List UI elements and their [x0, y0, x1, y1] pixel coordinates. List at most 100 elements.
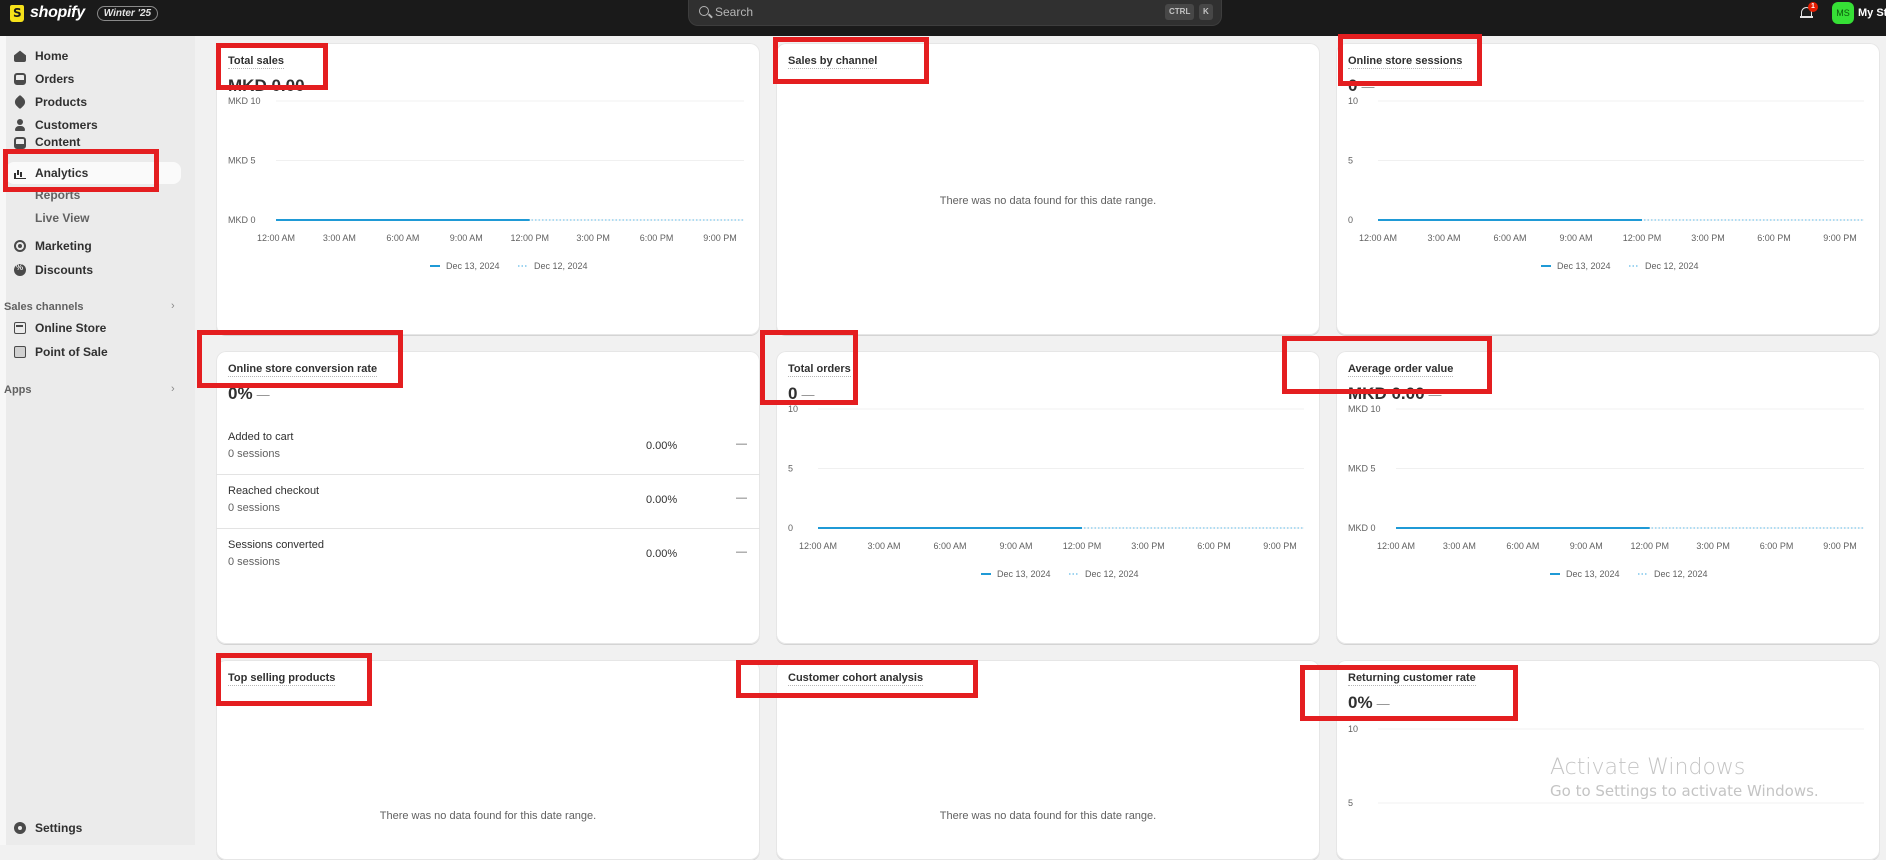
y-tick-label: MKD 0 — [228, 215, 256, 225]
x-tick-label: 9:00 PM — [703, 233, 737, 243]
funnel-step-percent: 0.00% — [646, 494, 678, 506]
line-chart: 0 5 10 12:00 AM 3:00 AM 6:00 AM 9:00 AM 12:00 P… — [1348, 96, 1864, 271]
sales-channels-heading[interactable]: Sales channels — [4, 301, 84, 313]
discount-icon — [14, 263, 26, 276]
metric-number: 0% — [228, 384, 253, 403]
card-title[interactable]: Online store conversion rate — [228, 363, 378, 377]
funnel-step-change: — — [736, 438, 747, 450]
funnel-step-sessions: 0 sessions — [228, 556, 280, 568]
sidebar-item-label: Marketing — [35, 239, 92, 253]
search-input[interactable]: Search CTRL K — [688, 0, 1222, 26]
card-online-store-sessions[interactable]: Online store sessions 0— 0 5 10 12:00 AM 3:0… — [1336, 43, 1880, 335]
x-tick-label: 12:00 AM — [1377, 541, 1415, 551]
search-icon — [699, 6, 709, 16]
funnel-step-sessions: 0 sessions — [228, 502, 280, 514]
x-tick-label: 3:00 PM — [1691, 233, 1725, 243]
funnel-step-percent: 0.00% — [646, 548, 678, 560]
card-returning-customer-rate[interactable]: Returning customer rate 0% — 5 10 — [1336, 660, 1880, 860]
shopify-logo[interactable]: shopify Winter '25 — [10, 4, 159, 22]
card-title[interactable]: Customer cohort analysis — [788, 672, 924, 686]
x-tick-label: 12:00 AM — [257, 233, 295, 243]
sidebar-item-content[interactable]: Content — [6, 135, 181, 149]
funnel-step-label: Added to cart — [228, 431, 294, 443]
tag-icon — [12, 94, 28, 110]
line-chart: 0 5 10 12:00 AM 3:00 AM 6:00 AM 9:00 AM 12:00 P… — [788, 404, 1304, 579]
avatar[interactable]: MS — [1832, 2, 1854, 24]
line-chart: 5 10 — [1348, 724, 1864, 808]
sidebar-item-home[interactable]: Home — [6, 45, 181, 67]
x-tick-label: 3:00 PM — [1131, 541, 1165, 551]
legend-label-current: Dec 13, 2024 — [997, 569, 1051, 579]
funnel-step-label: Reached checkout — [228, 485, 320, 497]
x-tick-label: 3:00 AM — [867, 541, 900, 551]
sidebar-item-analytics[interactable]: Analytics — [6, 162, 181, 184]
y-tick-label: 10 — [1348, 96, 1358, 106]
legend-label-previous: Dec 12, 2024 — [534, 261, 588, 271]
y-tick-label: 5 — [788, 464, 793, 474]
sidebar-item-label: Customers — [35, 118, 98, 132]
x-tick-label: 9:00 PM — [1263, 541, 1297, 551]
line-chart: MKD 0 MKD 5 MKD 10 12:00 AM 3:00 AM 6:00 AM 9:… — [228, 96, 744, 271]
sidebar-item-orders[interactable]: Orders — [6, 68, 181, 90]
y-tick-label: 5 — [1348, 156, 1353, 166]
sidebar-subitem-reports[interactable]: Reports — [35, 188, 80, 202]
legend-label-current: Dec 13, 2024 — [1566, 569, 1620, 579]
card-conversion-rate[interactable]: Online store conversion rate 0% — Added t… — [216, 351, 760, 644]
sidebar-item-point-of-sale[interactable]: Point of Sale — [6, 341, 181, 363]
card-title[interactable]: Sales by channel — [788, 55, 878, 69]
card-average-order-value[interactable]: Average order value MKD 0.00— MKD 0 MKD 5… — [1336, 351, 1880, 644]
sidebar-item-settings[interactable]: Settings — [6, 817, 181, 839]
x-tick-label: 12:00 PM — [510, 233, 549, 243]
funnel-row: Reached checkout 0 sessions 0.00% — — [216, 475, 760, 529]
sidebar-item-products[interactable]: Products — [6, 91, 181, 113]
card-title[interactable]: Top selling products — [228, 672, 336, 686]
y-tick-label: 10 — [1348, 724, 1358, 734]
x-tick-label: 6:00 PM — [1197, 541, 1231, 551]
sidebar-item-online-store[interactable]: Online Store — [6, 317, 181, 339]
y-tick-label: 5 — [1348, 798, 1353, 808]
funnel-step-change: — — [736, 492, 747, 504]
metric-value: 0% — — [228, 384, 270, 403]
card-total-sales[interactable]: Total sales MKD 0.00 MKD 0 MKD 5 MKD 10 12:… — [216, 43, 760, 335]
sidebar-item-label: Settings — [35, 821, 83, 835]
x-tick-label: 9:00 AM — [450, 233, 483, 243]
funnel-step-percent: 0.00% — [646, 440, 678, 452]
funnel-step-change: — — [736, 546, 747, 558]
x-tick-label: 6:00 PM — [1757, 233, 1791, 243]
shortcut-key-ctrl: CTRL — [1165, 4, 1195, 20]
sidebar-subitem-live-view[interactable]: Live View — [35, 211, 89, 225]
x-tick-label: 6:00 PM — [1760, 541, 1794, 551]
edition-badge[interactable]: Winter '25 — [96, 5, 159, 21]
funnel-row: Added to cart 0 sessions 0.00% — — [216, 421, 760, 475]
no-data-message: There was no data found for this date ra… — [379, 810, 597, 822]
chevron-right-icon[interactable]: › — [171, 300, 175, 312]
x-tick-label: 9:00 AM — [999, 541, 1032, 551]
content-icon — [14, 137, 26, 149]
y-tick-label: MKD 10 — [228, 96, 261, 106]
sidebar-item-label: Point of Sale — [35, 345, 108, 359]
sidebar-item-customers[interactable]: Customers — [6, 114, 181, 136]
orders-icon — [14, 73, 26, 85]
apps-heading[interactable]: Apps — [4, 384, 32, 396]
sidebar-item-discounts[interactable]: Discounts — [6, 259, 181, 281]
y-tick-label: MKD 5 — [1348, 464, 1376, 474]
x-tick-label: 12:00 PM — [1630, 541, 1669, 551]
card-sales-by-channel[interactable]: Sales by channel There was no data found… — [776, 43, 1320, 335]
sidebar-item-label: Online Store — [35, 321, 107, 335]
sidebar-item-label: Orders — [35, 72, 75, 86]
no-data-message: There was no data found for this date ra… — [939, 195, 1157, 207]
sidebar-item-label: Analytics — [35, 166, 89, 180]
card-top-selling-products[interactable]: Top selling products There was no data f… — [216, 660, 760, 860]
card-total-orders[interactable]: Total orders 0— 0 5 10 12:00 AM 3:00 AM 6:00 … — [776, 351, 1320, 644]
sidebar-item-marketing[interactable]: Marketing — [6, 235, 181, 257]
bar-chart-icon — [14, 167, 26, 179]
home-icon — [14, 50, 26, 62]
y-tick-label: MKD 5 — [228, 156, 256, 166]
x-tick-label: 3:00 AM — [323, 233, 356, 243]
chevron-right-icon[interactable]: › — [171, 383, 175, 395]
store-name[interactable]: My St — [1858, 7, 1886, 19]
legend-label-current: Dec 13, 2024 — [1557, 261, 1611, 271]
card-customer-cohort-analysis[interactable]: Customer cohort analysis There was no da… — [776, 660, 1320, 860]
top-bar: shopify Winter '25 Search CTRL K 1 MS My… — [0, 0, 1886, 36]
x-tick-label: 12:00 PM — [1623, 233, 1662, 243]
